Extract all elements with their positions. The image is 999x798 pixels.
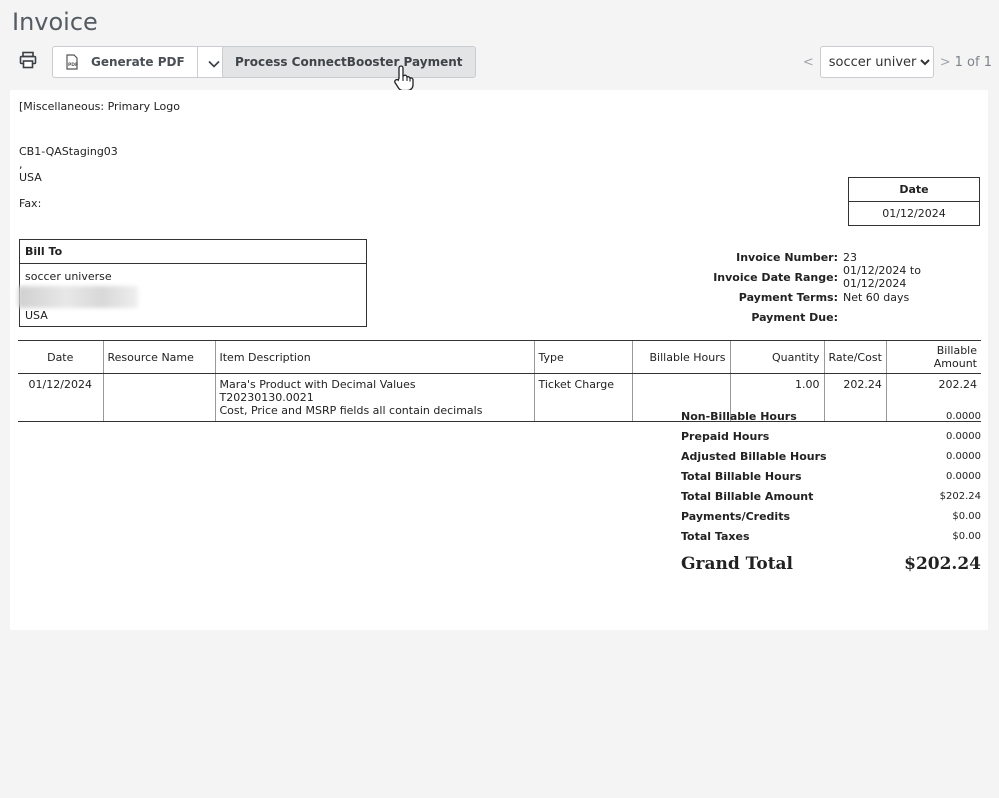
redacted-address [18, 286, 138, 308]
company-country: USA [19, 171, 42, 184]
cell-type: Ticket Charge [533, 373, 632, 422]
column-header-item-description: Item Description [214, 340, 534, 374]
bill-to-name: soccer universe [25, 270, 112, 283]
svg-text:PDF: PDF [68, 62, 78, 68]
grand-total-label: Grand Total [681, 554, 794, 574]
grand-total-value: $202.24 [904, 554, 981, 574]
cell-date: 01/12/2024 [18, 373, 103, 422]
invoice-date-box: Date 01/12/2024 [848, 177, 980, 226]
total-value: 0.0000 [946, 410, 981, 422]
total-label: Adjusted Billable Hours [681, 449, 827, 463]
total-label: Prepaid Hours [681, 429, 770, 443]
description-line: T20230130.0021 [219, 391, 314, 404]
page-count: 1 of 1 [954, 54, 992, 70]
total-row: Total Taxes $0.00 [681, 526, 981, 546]
total-row: Non-Billable Hours 0.0000 [681, 406, 981, 426]
grand-total: Grand Total $202.24 [681, 554, 981, 574]
invoice-pager: < soccer universe > 1 of 1 [803, 46, 992, 78]
print-button[interactable] [12, 46, 44, 78]
total-row: Adjusted Billable Hours 0.0000 [681, 446, 981, 466]
invoice-totals: Non-Billable Hours 0.0000 Prepaid Hours 0.… [681, 406, 981, 546]
total-value: $0.00 [952, 530, 981, 542]
column-header-rate-cost: Rate/Cost [823, 340, 887, 374]
generate-pdf-label: Generate PDF [91, 55, 185, 69]
total-value: 0.0000 [946, 470, 981, 482]
meta-label: Payment Terms: [738, 290, 838, 304]
generate-pdf-group: PDF Generate PDF [52, 46, 231, 78]
generate-pdf-button[interactable]: PDF Generate PDF [53, 47, 198, 77]
invoice-document: [Miscellaneous: Primary Logo CB1-QAStagi… [10, 90, 988, 630]
column-header-billable-hours: Billable Hours [631, 340, 730, 374]
bill-to-header: Bill To [20, 240, 366, 264]
table-header-row: Date Resource Name Item Description Type… [18, 340, 981, 374]
cell-item-description: Mara's Product with Decimal Values T2023… [214, 373, 534, 422]
meta-value: 01/12/2024 to 01/12/2024 [843, 264, 921, 290]
meta-label: Payment Due: [751, 310, 838, 324]
meta-label: Invoice Number: [736, 250, 838, 264]
total-value: 0.0000 [946, 430, 981, 442]
previous-page-button[interactable]: < [803, 55, 814, 70]
company-fax-label: Fax: [19, 197, 42, 210]
pdf-file-icon: PDF [65, 54, 79, 70]
chevron-down-icon [208, 53, 220, 72]
total-value: 0.0000 [946, 450, 981, 462]
description-line: Cost, Price and MSRP fields all contain … [219, 404, 483, 417]
page-title: Invoice [12, 8, 98, 36]
invoice-meta: Invoice Number: 23 Invoice Date Range: 01/… [710, 247, 980, 327]
column-header-billable-amount: Billable Amount [885, 340, 981, 374]
company-name: CB1-QAStaging03 [19, 145, 118, 158]
bill-to-box: Bill To soccer universe USA [18, 239, 367, 327]
meta-row: Payment Due: [710, 307, 980, 327]
total-row: Total Billable Hours 0.0000 [681, 466, 981, 486]
total-value: $0.00 [952, 510, 981, 522]
meta-row: Payment Terms: Net 60 days [710, 287, 980, 307]
account-select[interactable]: soccer universe [819, 46, 934, 78]
column-header-quantity: Quantity [729, 340, 824, 374]
meta-value: 23 [843, 250, 857, 264]
total-label: Non-Billable Hours [681, 409, 797, 423]
total-label: Total Billable Amount [681, 489, 814, 503]
printer-icon [19, 51, 37, 73]
meta-label: Invoice Date Range: [713, 270, 838, 284]
total-row: Total Billable Amount $202.24 [681, 486, 981, 506]
column-header-date: Date [18, 340, 103, 374]
description-line: Mara's Product with Decimal Values [219, 378, 416, 391]
bill-to-country: USA [25, 309, 48, 322]
total-label: Payments/Credits [681, 509, 791, 523]
column-header-type: Type [533, 340, 632, 374]
cell-resource-name [102, 373, 215, 422]
date-box-value: 01/12/2024 [882, 207, 946, 220]
total-value: $202.24 [939, 490, 981, 502]
total-row: Payments/Credits $0.00 [681, 506, 981, 526]
total-row: Prepaid Hours 0.0000 [681, 426, 981, 446]
next-page-button[interactable]: > [940, 55, 951, 70]
primary-logo-placeholder: [Miscellaneous: Primary Logo [19, 100, 180, 113]
process-connectbooster-payment-button[interactable]: Process ConnectBooster Payment [222, 46, 476, 78]
column-header-resource-name: Resource Name [102, 340, 215, 374]
company-address-comma: , [19, 158, 23, 171]
date-box-header: Date [849, 178, 979, 202]
total-label: Total Taxes [681, 529, 750, 543]
meta-row: Invoice Date Range: 01/12/2024 to 01/12/2… [710, 264, 980, 290]
toolbar: PDF Generate PDF Process ConnectBooster … [12, 46, 992, 92]
meta-value: Net 60 days [843, 290, 910, 304]
total-label: Total Billable Hours [681, 469, 802, 483]
